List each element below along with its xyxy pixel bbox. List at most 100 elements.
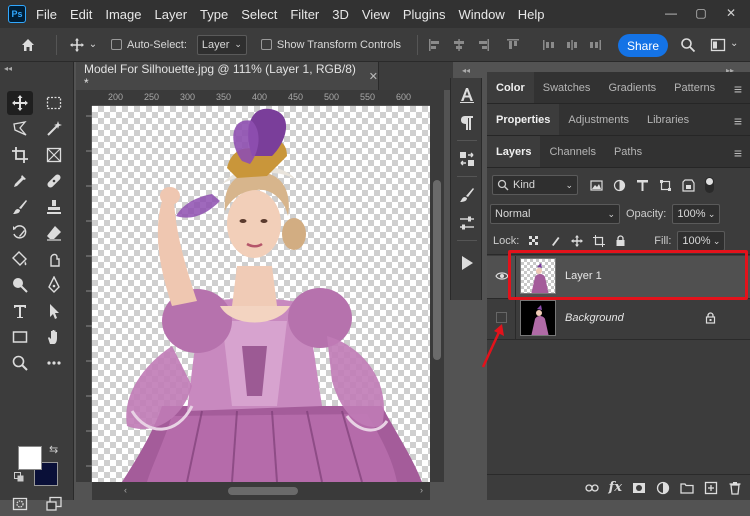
menu-file[interactable]: File <box>36 7 57 22</box>
zoom-tool-icon[interactable] <box>7 351 33 375</box>
frame-tool-icon[interactable] <box>41 143 67 167</box>
dodge-tool-icon[interactable] <box>7 273 33 297</box>
close-icon[interactable]: ✕ <box>369 70 378 83</box>
clone-stamp-tool-icon[interactable] <box>41 195 67 219</box>
chevron-down-icon[interactable]: ⌄ <box>730 38 738 49</box>
paragraph-panel-icon[interactable] <box>451 110 483 136</box>
workspace-icon[interactable] <box>710 37 726 53</box>
tab-color[interactable]: Color <box>487 72 534 103</box>
lock-transparent-icon[interactable] <box>529 235 540 247</box>
menu-select[interactable]: Select <box>241 7 277 22</box>
blend-mode-dropdown[interactable]: Normal ⌄ <box>490 204 620 224</box>
layer-filter-dropdown[interactable]: Kind ⌄ <box>492 175 578 195</box>
filter-type-icon[interactable] <box>636 179 649 192</box>
character-panel-icon[interactable] <box>451 82 483 108</box>
healing-brush-tool-icon[interactable] <box>41 169 67 193</box>
swap-colors-icon[interactable]: ⇆ <box>49 443 58 456</box>
distribute-center-icon[interactable] <box>565 38 579 52</box>
menu-help[interactable]: Help <box>518 7 545 22</box>
document-canvas[interactable] <box>92 106 430 482</box>
lock-all-icon[interactable] <box>615 235 626 247</box>
eyedropper-tool-icon[interactable] <box>7 169 33 193</box>
panel-menu-icon[interactable]: ≡ <box>734 145 742 161</box>
share-button[interactable]: Share <box>618 34 668 57</box>
auto-select-target-dropdown[interactable]: Layer ⌄ <box>196 34 247 55</box>
vertical-scrollbar[interactable] <box>430 90 444 482</box>
history-panel-icon[interactable] <box>451 146 483 172</box>
align-right-icon[interactable] <box>476 38 490 52</box>
menu-filter[interactable]: Filter <box>290 7 319 22</box>
layer-style-icon[interactable]: fx <box>609 480 622 495</box>
filter-pixel-icon[interactable] <box>590 179 603 192</box>
lock-position-icon[interactable] <box>571 235 584 247</box>
play-action-icon[interactable] <box>451 250 483 276</box>
marquee-tool-icon[interactable] <box>41 91 67 115</box>
tab-libraries[interactable]: Libraries <box>638 104 698 135</box>
quick-mask-icon[interactable] <box>7 492 33 516</box>
filter-adjustment-icon[interactable] <box>613 179 626 192</box>
search-icon[interactable] <box>680 37 696 53</box>
minimize-button[interactable]: — <box>658 4 684 22</box>
opacity-field[interactable]: 100% ⌄ <box>672 204 721 224</box>
horizontal-scrollbar[interactable]: ‹ › <box>92 482 430 500</box>
menu-image[interactable]: Image <box>105 7 141 22</box>
auto-select-checkbox[interactable] <box>111 39 122 50</box>
scroll-left-icon[interactable]: ‹ <box>124 485 127 495</box>
more-tools-icon[interactable] <box>41 351 67 375</box>
add-mask-icon[interactable] <box>632 481 646 495</box>
restore-button[interactable]: ▢ <box>688 4 714 22</box>
hand-tool-icon[interactable] <box>41 325 67 349</box>
tab-layers[interactable]: Layers <box>487 136 541 167</box>
move-tool-icon[interactable] <box>67 37 87 53</box>
pen-tool-icon[interactable] <box>41 273 67 297</box>
foreground-color-swatch[interactable] <box>18 446 42 470</box>
layer-row-background[interactable]: Background <box>517 298 733 338</box>
menu-3d[interactable]: 3D <box>332 7 349 22</box>
close-button[interactable]: ✕ <box>718 4 744 22</box>
menu-plugins[interactable]: Plugins <box>403 7 446 22</box>
collapse-arrows-icon[interactable]: ◂◂ <box>4 64 12 73</box>
filter-smart-object-icon[interactable] <box>682 178 695 192</box>
menu-window[interactable]: Window <box>458 7 504 22</box>
lasso-tool-icon[interactable] <box>7 117 33 141</box>
vertical-scroll-thumb[interactable] <box>433 180 441 360</box>
chevron-down-icon[interactable]: ⌄ <box>87 39 99 50</box>
lock-image-icon[interactable] <box>550 236 561 247</box>
panel-menu-icon[interactable]: ≡ <box>734 81 742 97</box>
menu-layer[interactable]: Layer <box>155 7 188 22</box>
home-icon[interactable] <box>16 37 40 53</box>
fill-field[interactable]: 100% ⌄ <box>677 231 726 251</box>
document-tab[interactable]: Model For Silhouette.jpg @ 111% (Layer 1… <box>76 62 379 90</box>
crop-tool-icon[interactable] <box>7 143 33 167</box>
layer-visibility-eye-icon[interactable] <box>495 270 509 284</box>
align-top-icon[interactable] <box>506 38 520 52</box>
link-layers-icon[interactable] <box>585 481 599 495</box>
new-adjustment-layer-icon[interactable] <box>656 481 670 495</box>
lock-artboard-icon[interactable] <box>593 235 606 247</box>
rectangle-tool-icon[interactable] <box>7 325 33 349</box>
menu-edit[interactable]: Edit <box>70 7 92 22</box>
menu-type[interactable]: Type <box>200 7 228 22</box>
move-tool-icon[interactable] <box>7 91 33 115</box>
magic-wand-tool-icon[interactable] <box>41 117 67 141</box>
tab-gradients[interactable]: Gradients <box>599 72 665 103</box>
tab-adjustments[interactable]: Adjustments <box>559 104 638 135</box>
align-left-icon[interactable] <box>428 38 442 52</box>
distribute-left-icon[interactable] <box>542 38 556 52</box>
path-selection-tool-icon[interactable] <box>41 299 67 323</box>
eraser-tool-icon[interactable] <box>41 221 67 245</box>
type-tool-icon[interactable] <box>7 299 33 323</box>
align-center-icon[interactable] <box>452 38 466 52</box>
default-colors-icon[interactable] <box>14 471 24 485</box>
new-layer-icon[interactable] <box>704 481 718 495</box>
screen-mode-icon[interactable] <box>41 492 67 516</box>
smudge-tool-icon[interactable] <box>41 247 67 271</box>
adjustments-panel-icon[interactable] <box>451 210 483 236</box>
new-group-icon[interactable] <box>680 481 694 495</box>
menu-view[interactable]: View <box>362 7 390 22</box>
scroll-right-icon[interactable]: › <box>420 485 423 495</box>
filter-toggle-switch[interactable] <box>705 177 714 193</box>
tab-properties[interactable]: Properties <box>487 104 560 135</box>
history-brush-tool-icon[interactable] <box>7 221 33 245</box>
collapse-strip-icon[interactable]: ◂◂ <box>462 66 470 75</box>
